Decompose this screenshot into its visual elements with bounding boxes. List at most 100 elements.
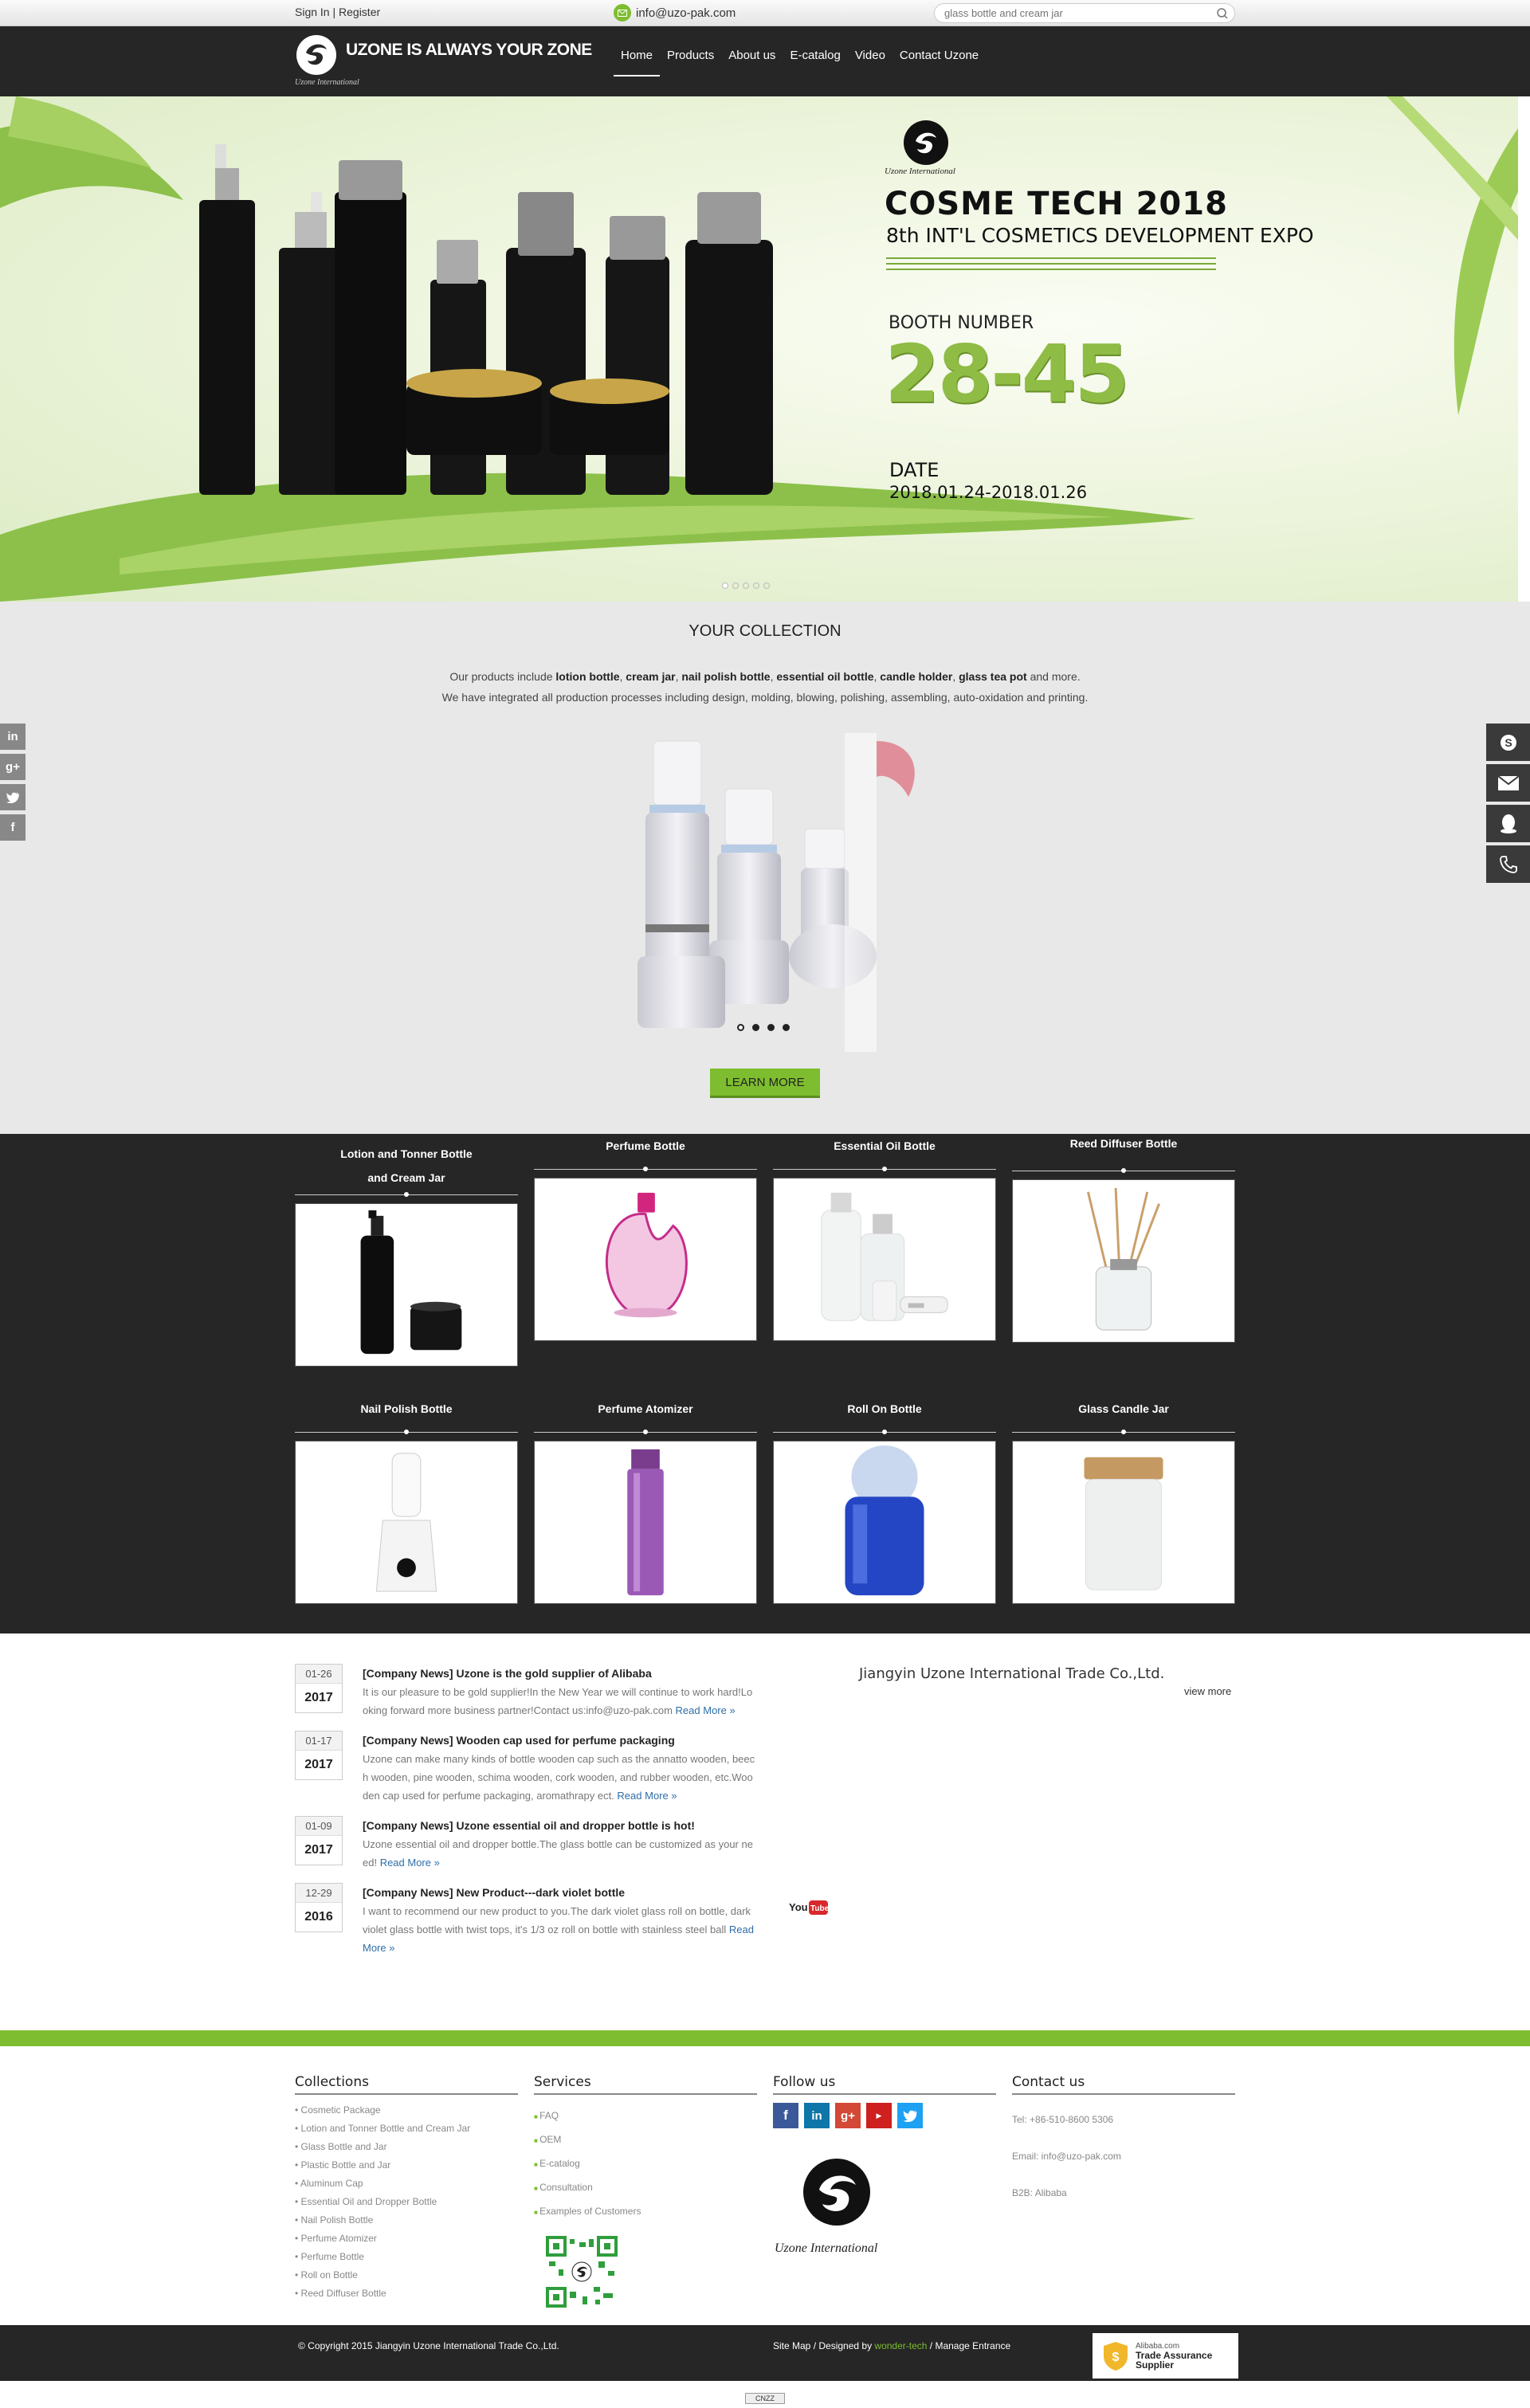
footer-collection-link[interactable]: Glass Bottle and Jar xyxy=(295,2138,518,2156)
slide-dot[interactable] xyxy=(722,582,728,589)
contact-email[interactable]: info@uzo-pak.com xyxy=(614,4,736,22)
product-name[interactable]: Roll On Bottle xyxy=(773,1397,996,1421)
footer-collection-link[interactable]: Reed Diffuser Bottle xyxy=(295,2284,518,2303)
product-card[interactable]: Reed Diffuser Bottle xyxy=(1012,1134,1235,1347)
product-name[interactable]: Lotion and Tonner Bottle and Cream Jar xyxy=(331,1142,482,1190)
product-image[interactable] xyxy=(295,1441,518,1604)
qq-icon[interactable] xyxy=(1486,805,1530,845)
site-map-link[interactable]: Site Map xyxy=(773,2340,810,2351)
footer-collection-link[interactable]: Cosmetic Package xyxy=(295,2101,518,2120)
product-name[interactable]: Perfume Bottle xyxy=(534,1134,757,1158)
slide-dot[interactable] xyxy=(753,582,759,589)
nav-products[interactable]: Products xyxy=(660,26,721,96)
carousel-dot[interactable] xyxy=(767,1024,775,1031)
manage-entrance-link[interactable]: / Manage Entrance xyxy=(927,2340,1010,2351)
footer-collection-link[interactable]: Perfume Bottle xyxy=(295,2248,518,2266)
product-name[interactable]: Perfume Atomizer xyxy=(534,1397,757,1421)
alibaba-badge[interactable]: $ Alibaba.com Trade Assurance Supplier xyxy=(1093,2333,1238,2379)
product-name[interactable]: Nail Polish Bottle xyxy=(295,1397,518,1421)
slide-dot[interactable] xyxy=(732,582,739,589)
slide-dot[interactable] xyxy=(743,582,749,589)
skype-icon[interactable]: S xyxy=(1486,724,1530,764)
product-name[interactable]: Glass Candle Jar xyxy=(1012,1397,1235,1421)
footer-collection-link[interactable]: Roll on Bottle xyxy=(295,2266,518,2284)
product-image[interactable] xyxy=(1012,1179,1235,1343)
product-card[interactable]: Perfume Bottle xyxy=(534,1134,757,1345)
shield-icon: $ xyxy=(1104,2341,1128,2371)
footer-service-link[interactable]: Consultation xyxy=(534,2176,757,2200)
news-list: 01-26 2017 [Company News] Uzone is the g… xyxy=(295,1664,757,1968)
cnzz-badge[interactable]: CNZZ xyxy=(745,2393,785,2404)
product-image[interactable] xyxy=(534,1178,757,1341)
news-title[interactable]: [Company News] Wooden cap used for perfu… xyxy=(363,1731,757,1750)
product-image[interactable] xyxy=(773,1178,996,1341)
product-image[interactable] xyxy=(1012,1441,1235,1604)
product-card[interactable]: Roll On Bottle xyxy=(773,1397,996,1608)
youtube-icon[interactable]: You Tube xyxy=(789,1899,829,1916)
read-more-link[interactable]: Read More » xyxy=(617,1790,677,1802)
product-card[interactable]: Glass Candle Jar xyxy=(1012,1397,1235,1608)
register-link[interactable]: Register xyxy=(339,6,380,18)
carousel-dot[interactable] xyxy=(783,1024,790,1031)
google-plus-icon[interactable]: g+ xyxy=(0,754,26,780)
footer-email[interactable]: Email: info@uzo-pak.com xyxy=(1012,2138,1235,2175)
collection-carousel-image[interactable] xyxy=(606,733,988,1052)
hero-banner[interactable]: Uzone International COSME TECH 2018 8th … xyxy=(0,96,1518,602)
carousel-dot[interactable] xyxy=(752,1024,759,1031)
footer-service-link[interactable]: FAQ xyxy=(534,2104,757,2128)
footer-services: Services FAQ OEM E-catalog Consultation … xyxy=(534,2074,757,2312)
product-image[interactable] xyxy=(773,1441,996,1604)
sign-in-link[interactable]: Sign In xyxy=(295,6,330,18)
footer-collection-link[interactable]: Nail Polish Bottle xyxy=(295,2211,518,2230)
top-bar: Sign In | Register info@uzo-pak.com xyxy=(0,0,1530,26)
product-image[interactable] xyxy=(534,1441,757,1604)
product-card[interactable]: Lotion and Tonner Bottle and Cream Jar xyxy=(295,1142,518,1371)
read-more-link[interactable]: Read More » xyxy=(380,1857,440,1869)
news-date: 01-26 2017 xyxy=(295,1664,343,1713)
search-icon[interactable] xyxy=(1215,6,1230,21)
learn-more-button[interactable]: LEARN MORE xyxy=(710,1069,820,1098)
footer-service-link[interactable]: Examples of Customers xyxy=(534,2200,757,2224)
footer-collection-link[interactable]: Lotion and Tonner Bottle and Cream Jar xyxy=(295,2120,518,2138)
footer-b2b[interactable]: B2B: Alibaba xyxy=(1012,2175,1235,2211)
footer-collection-link[interactable]: Essential Oil and Dropper Bottle xyxy=(295,2193,518,2211)
linkedin-icon[interactable]: in xyxy=(0,724,26,750)
facebook-icon[interactable]: f xyxy=(773,2103,798,2128)
product-card[interactable]: Nail Polish Bottle xyxy=(295,1397,518,1608)
bottom-links: Site Map / Designed by wonder-tech / Man… xyxy=(773,2340,1010,2351)
twitter-icon[interactable] xyxy=(897,2103,923,2128)
nav-contact-uzone[interactable]: Contact Uzone xyxy=(892,26,986,96)
footer-collection-link[interactable]: Perfume Atomizer xyxy=(295,2230,518,2248)
twitter-icon[interactable] xyxy=(0,784,26,810)
view-more-link[interactable]: view more xyxy=(1184,1685,1231,1697)
designer-link[interactable]: wonder-tech xyxy=(874,2340,927,2351)
phone-icon[interactable] xyxy=(1486,845,1530,886)
site-logo[interactable]: UZONE IS ALWAYS YOUR ZONE Uzone Internat… xyxy=(295,33,592,87)
nav-home[interactable]: Home xyxy=(614,26,661,76)
news-date: 01-09 2017 xyxy=(295,1816,343,1865)
carousel-dot[interactable] xyxy=(737,1024,744,1031)
google-plus-icon[interactable]: g+ xyxy=(835,2103,861,2128)
slide-dot[interactable] xyxy=(763,582,770,589)
product-image[interactable] xyxy=(295,1203,518,1367)
product-name[interactable]: Essential Oil Bottle xyxy=(773,1134,996,1158)
email-icon[interactable] xyxy=(1486,764,1530,805)
nav-video[interactable]: Video xyxy=(848,26,892,96)
footer-service-link[interactable]: E-catalog xyxy=(534,2152,757,2176)
footer-collection-link[interactable]: Aluminum Cap xyxy=(295,2175,518,2193)
facebook-icon[interactable]: f xyxy=(0,814,26,841)
product-card[interactable]: Perfume Atomizer xyxy=(534,1397,757,1608)
linkedin-icon[interactable]: in xyxy=(804,2103,830,2128)
nav-e-catalog[interactable]: E-catalog xyxy=(783,26,847,96)
youtube-icon[interactable]: ▶ xyxy=(866,2103,892,2128)
product-card[interactable]: Essential Oil Bottle xyxy=(773,1134,996,1345)
read-more-link[interactable]: Read More » xyxy=(676,1704,736,1716)
nav-about-us[interactable]: About us xyxy=(721,26,783,96)
news-title[interactable]: [Company News] Uzone is the gold supplie… xyxy=(363,1664,757,1683)
product-name[interactable]: Reed Diffuser Bottle xyxy=(1012,1134,1235,1153)
footer-collection-link[interactable]: Plastic Bottle and Jar xyxy=(295,2156,518,2175)
footer-service-link[interactable]: OEM xyxy=(534,2128,757,2152)
search-input[interactable] xyxy=(935,4,1198,22)
news-title[interactable]: [Company News] Uzone essential oil and d… xyxy=(363,1816,757,1835)
news-title[interactable]: [Company News] New Product---dark violet… xyxy=(363,1883,757,1902)
